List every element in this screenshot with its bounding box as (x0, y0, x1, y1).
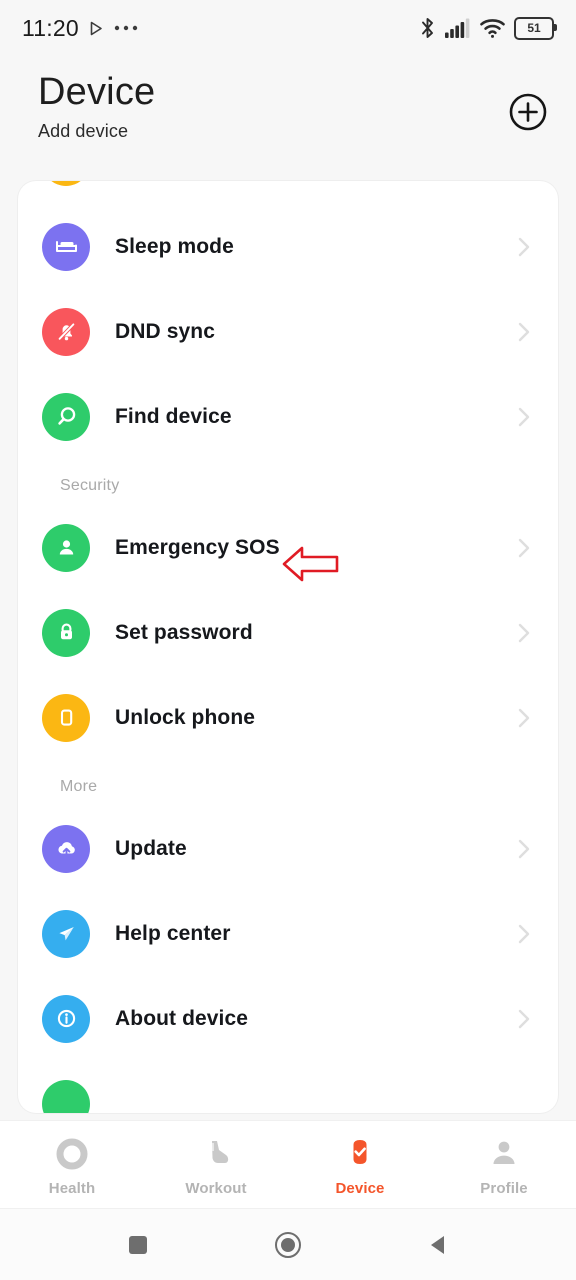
settings-list-card[interactable]: Sleep mode DND sync Find device Security… (18, 181, 558, 1113)
tab-label: Health (48, 1180, 96, 1197)
add-device-button[interactable] (506, 90, 550, 134)
page-header: Device Add device (0, 56, 576, 181)
battery-icon: 51 (514, 16, 557, 40)
person-icon (42, 523, 90, 572)
status-bar-right: 51 (419, 16, 557, 40)
list-item-dnd-sync[interactable]: DND sync (18, 289, 558, 374)
chevron-right-icon (518, 322, 530, 341)
chevron-right-icon (518, 237, 530, 256)
chevron-right-icon (518, 538, 530, 557)
list-item-set-password[interactable]: Set password (18, 590, 558, 675)
bluetooth-icon (422, 18, 433, 38)
search-icon (42, 392, 90, 441)
watch-check-icon (343, 1135, 377, 1173)
cloud-upload-icon (42, 824, 90, 873)
tab-label: Profile (480, 1180, 528, 1197)
list-item-label: Help center (115, 921, 231, 945)
status-clock: 11:20 (22, 14, 79, 41)
section-heading-security: Security (60, 477, 120, 494)
list-item-unlock-phone[interactable]: Unlock phone (18, 675, 558, 760)
clipped-bottom-icon (42, 1079, 90, 1113)
list-item-clipped-top[interactable] (18, 181, 558, 204)
list-item-label: Sleep mode (115, 234, 234, 258)
status-bar-left: 11:20 (22, 15, 138, 42)
list-item-update[interactable]: Update (18, 806, 558, 891)
tab-workout[interactable]: Workout (144, 1135, 288, 1197)
list-item-label: About device (115, 1006, 249, 1030)
settings-list-scroll: Sleep mode DND sync Find device Security… (18, 181, 558, 1113)
triangle-left-icon (431, 1236, 444, 1254)
chevron-right-icon (518, 1009, 530, 1028)
square-icon (129, 1236, 147, 1254)
list-item-label: Unlock phone (115, 705, 256, 729)
play-icon (90, 21, 102, 35)
list-item-help-center[interactable]: Help center (18, 891, 558, 976)
wifi-icon (480, 19, 505, 38)
bed-icon (42, 222, 90, 271)
battery-level: 51 (527, 21, 541, 35)
tab-health[interactable]: Health (0, 1135, 144, 1197)
ellipsis-icon (114, 25, 138, 31)
section-heading-more: More (60, 778, 98, 795)
home-button[interactable] (268, 1225, 308, 1265)
paper-plane-icon (42, 909, 90, 958)
phone-icon (42, 693, 90, 742)
lock-icon (42, 608, 90, 657)
list-item-about-device[interactable]: About device (18, 976, 558, 1061)
list-item-label: Update (115, 836, 187, 860)
circle-icon (275, 1232, 301, 1258)
ring-icon (55, 1135, 89, 1173)
info-icon (42, 994, 90, 1043)
bell-off-icon (42, 307, 90, 356)
chevron-right-icon (518, 708, 530, 727)
tab-profile[interactable]: Profile (432, 1135, 576, 1197)
system-navigation-bar (0, 1208, 576, 1280)
list-item-label: Find device (115, 404, 232, 428)
recents-button[interactable] (118, 1225, 158, 1265)
shoe-icon (199, 1135, 233, 1173)
tab-label: Workout (185, 1180, 247, 1197)
list-item-find-device[interactable]: Find device (18, 374, 558, 459)
list-item-sleep-mode[interactable]: Sleep mode (18, 204, 558, 289)
page-title: Device (38, 71, 156, 113)
phone-screen: 11:20 51 Device Add device Sleep mode DN… (0, 0, 576, 1280)
person-icon (487, 1135, 521, 1173)
bottom-tab-bar: Health Workout Device Profile (0, 1120, 576, 1208)
list-item-label: Emergency SOS (115, 535, 280, 559)
chevron-right-icon (518, 924, 530, 943)
list-item-label: DND sync (115, 319, 215, 343)
tab-device[interactable]: Device (288, 1135, 432, 1197)
back-button[interactable] (418, 1225, 458, 1265)
list-item-emergency-sos[interactable]: Emergency SOS (18, 505, 558, 590)
tab-label: Device (335, 1180, 385, 1197)
clipped-top-icon (42, 181, 90, 186)
chevron-right-icon (518, 407, 530, 426)
status-bar: 11:20 51 (0, 0, 576, 56)
cellular-signal-icon (445, 18, 470, 38)
header-titles: Device Add device (38, 66, 155, 181)
list-item-clipped-bottom[interactable] (18, 1061, 558, 1113)
chevron-right-icon (518, 839, 530, 858)
list-item-label: Set password (115, 620, 253, 644)
page-subtitle[interactable]: Add device (38, 121, 155, 142)
chevron-right-icon (518, 623, 530, 642)
